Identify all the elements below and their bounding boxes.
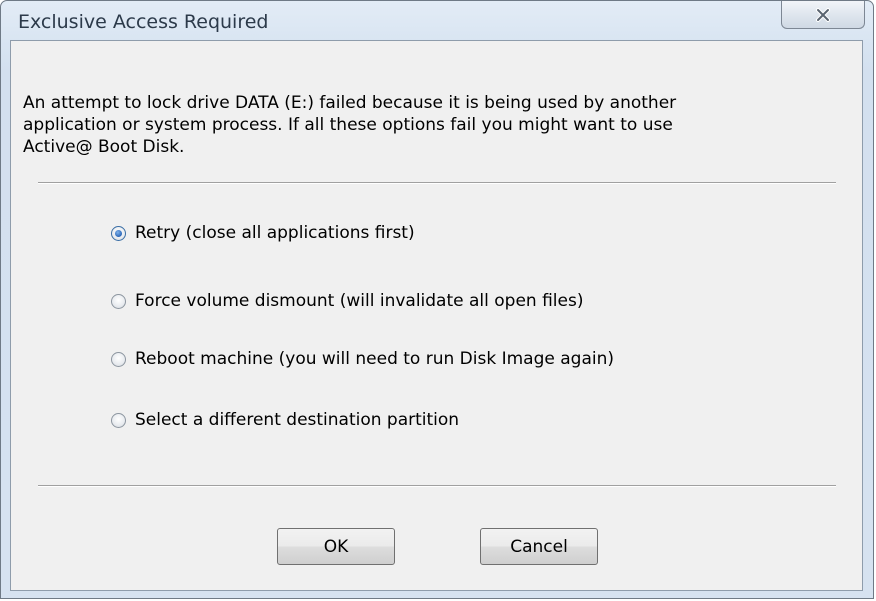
- radio-label-retry: Retry (close all applications first): [135, 223, 415, 243]
- radio-button-different-partition[interactable]: [111, 412, 126, 428]
- radio-label-different-partition: Select a different destination partition: [135, 410, 460, 430]
- close-button[interactable]: [781, 1, 865, 29]
- radio-button-reboot[interactable]: [111, 351, 126, 367]
- radio-option-different-partition[interactable]: Select a different destination partition: [111, 407, 459, 433]
- radio-option-retry[interactable]: Retry (close all applications first): [111, 220, 415, 246]
- close-icon: [815, 7, 831, 22]
- dialog-message: An attempt to lock drive DATA (E:) faile…: [23, 93, 677, 157]
- title-bar[interactable]: Exclusive Access Required: [1, 1, 873, 41]
- radio-label-force-dismount: Force volume dismount (will invalidate a…: [135, 291, 584, 311]
- window-title: Exclusive Access Required: [18, 11, 269, 33]
- radio-button-force-dismount[interactable]: [111, 293, 126, 309]
- radio-option-force-dismount[interactable]: Force volume dismount (will invalidate a…: [111, 288, 583, 314]
- radio-button-retry[interactable]: [111, 225, 126, 241]
- radio-option-reboot[interactable]: Reboot machine (you will need to run Dis…: [111, 346, 614, 372]
- radio-label-reboot: Reboot machine (you will need to run Dis…: [135, 349, 614, 369]
- ok-button[interactable]: OK: [277, 528, 395, 565]
- bottom-divider: [38, 485, 836, 487]
- cancel-button[interactable]: Cancel: [480, 528, 598, 565]
- top-divider: [38, 182, 836, 184]
